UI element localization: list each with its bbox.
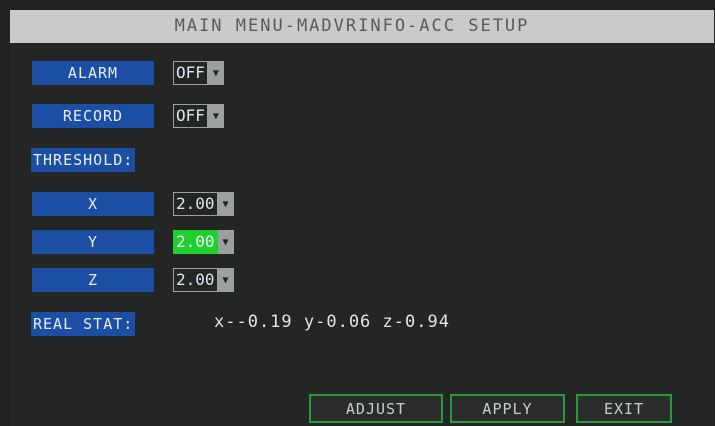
real-stat-label: REAL STAT: — [31, 312, 136, 336]
dvr-screen: MAIN MENU-MADVRINFO-ACC SETUP ALARM OFF … — [0, 0, 715, 426]
alarm-value: OFF — [173, 61, 208, 85]
threshold-x-label: X — [32, 192, 154, 216]
record-value: OFF — [173, 104, 208, 128]
title-bar: MAIN MENU-MADVRINFO-ACC SETUP — [10, 10, 714, 43]
threshold-y-label: Y — [32, 230, 154, 254]
dropdown-arrow-icon: ▼ — [217, 268, 234, 292]
threshold-z-select[interactable]: 2.00 ▼ — [173, 268, 234, 292]
threshold-x-select[interactable]: 2.00 ▼ — [173, 192, 234, 216]
real-stat-values: x--0.19 y-0.06 z-0.94 — [214, 312, 450, 332]
alarm-label: ALARM — [32, 61, 154, 85]
threshold-z-label: Z — [32, 268, 154, 292]
adjust-button[interactable]: ADJUST — [309, 394, 443, 423]
threshold-z-value: 2.00 — [173, 268, 218, 292]
dropdown-arrow-icon: ▼ — [217, 192, 234, 216]
record-select[interactable]: OFF ▼ — [173, 104, 224, 128]
threshold-y-value: 2.00 — [173, 230, 218, 254]
apply-button[interactable]: APPLY — [450, 394, 565, 423]
menu-title: MAIN MENU-MADVRINFO-ACC SETUP — [174, 16, 530, 36]
threshold-y-select[interactable]: 2.00 ▼ — [173, 230, 234, 254]
dropdown-arrow-icon: ▼ — [207, 61, 224, 85]
alarm-select[interactable]: OFF ▼ — [173, 61, 224, 85]
threshold-x-value: 2.00 — [173, 192, 218, 216]
record-label: RECORD — [32, 104, 154, 128]
threshold-heading: THRESHOLD: — [31, 148, 136, 172]
dropdown-arrow-icon: ▼ — [207, 104, 224, 128]
dropdown-arrow-icon: ▼ — [217, 230, 234, 254]
exit-button[interactable]: EXIT — [576, 394, 672, 423]
